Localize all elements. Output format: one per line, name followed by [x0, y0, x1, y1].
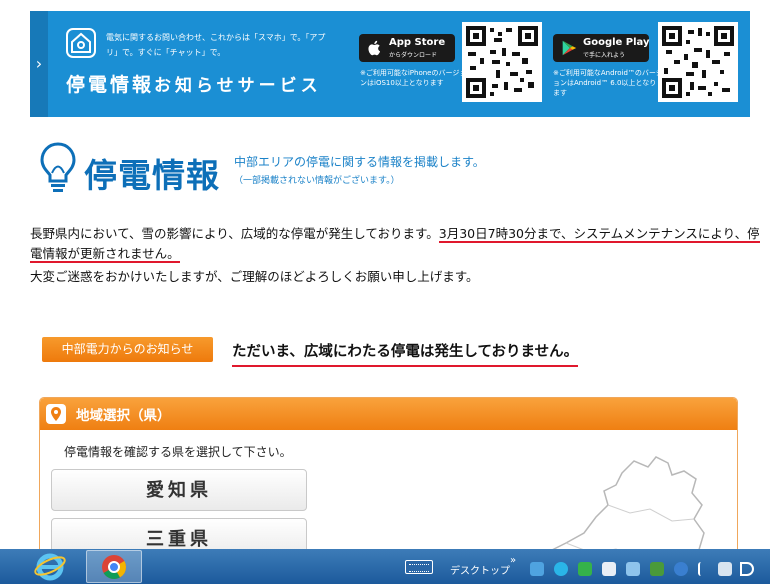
app-store-name: App Store — [389, 37, 446, 48]
tray-network-icon[interactable] — [626, 562, 640, 576]
flag-icon[interactable] — [698, 562, 712, 576]
notice-outage-text: 長野県内において、雪の影響により、広域的な停電が発生しております。 — [30, 226, 439, 241]
speaker-icon[interactable] — [740, 562, 754, 576]
desktop-toolbar-label[interactable]: デスクトップ — [450, 562, 510, 577]
region-select-title: 地域選択（県） — [76, 408, 171, 424]
lightbulb-icon — [40, 142, 76, 192]
internet-explorer-icon[interactable] — [22, 550, 78, 583]
monitor-icon[interactable] — [718, 562, 732, 576]
tray-cloud-icon[interactable] — [602, 562, 616, 576]
app-store-button[interactable]: App Store からダウンロード — [359, 34, 455, 62]
tray-recycle-icon[interactable] — [578, 562, 592, 576]
google-play-icon — [562, 40, 577, 56]
ios-qr-code — [462, 22, 542, 102]
google-play-name: Google Play — [583, 37, 650, 48]
banner-title: 停電情報お知らせサービス — [66, 74, 322, 96]
page-subtitle: 中部エリアの停電に関する情報を掲載します。 — [234, 155, 485, 169]
tray-shield-icon[interactable] — [674, 562, 688, 576]
keyboard-icon[interactable] — [405, 560, 433, 574]
page-subnote: （一部掲載されない情報がございます。） — [234, 176, 400, 186]
chubu-notice-badge: 中部電力からのお知らせ — [42, 337, 213, 362]
google-play-caption: で手に入れよう — [583, 52, 626, 59]
maintenance-notice: 長野県内において、雪の影響により、広域的な停電が発生しております。3月30日7時… — [30, 224, 760, 264]
android-note: ※ご利用可能なAndroid™のバージョンはAndroid™ 6.0以上となりま… — [553, 69, 663, 97]
map-pin-icon — [46, 404, 66, 424]
region-select-instruction: 停電情報を確認する県を選択して下さい。 — [64, 445, 292, 459]
google-play-button[interactable]: Google Play で手に入れよう — [553, 34, 650, 62]
outage-status-message: ただいま、広域にわたる停電は発生しておりません。 — [232, 340, 579, 367]
banner-description: 電気に関するお問い合わせ、これからは「スマホ」で。「アプリ」で。すぐに「チャット… — [106, 33, 326, 57]
ios-note: ※ご利用可能なiPhoneのバージョンはiOS10以上となります — [360, 69, 467, 87]
apple-icon — [368, 40, 381, 56]
page-title: 停電情報 — [84, 156, 220, 195]
chevron-right-icon[interactable]: › — [30, 11, 48, 117]
prefecture-button-aichi[interactable]: 愛知県 — [51, 469, 307, 511]
region-select-header: 地域選択（県） — [40, 398, 737, 430]
app-store-caption: からダウンロード — [389, 52, 438, 59]
tray-app-icon[interactable] — [530, 562, 544, 576]
notice-apology-text: 大変ご迷惑をおかけいたしますが、ご理解のほどよろしくお願い申し上げます。 — [30, 269, 479, 284]
toolbar-chevron-icon[interactable]: » — [510, 555, 516, 566]
chrome-icon[interactable] — [86, 550, 142, 583]
tray-security-icon[interactable] — [650, 562, 664, 576]
android-qr-code — [658, 22, 738, 102]
app-logo-icon — [66, 28, 96, 58]
tray-ie-icon[interactable] — [554, 562, 568, 576]
app-promo-banner[interactable] — [30, 11, 750, 117]
